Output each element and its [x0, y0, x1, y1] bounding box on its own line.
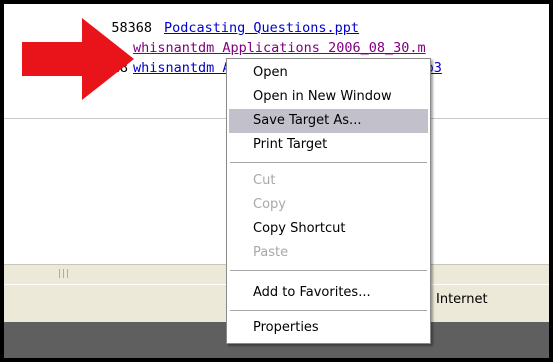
menu-item-cut: Cut: [253, 173, 276, 188]
menu-separator: [230, 310, 427, 311]
menu-item-print-target[interactable]: Print Target: [229, 133, 428, 157]
menu-item-save-target-as[interactable]: Save Target As...: [229, 109, 428, 133]
menu-item-paste: Paste: [253, 245, 289, 260]
menu-item-copy-shortcut[interactable]: Copy Shortcut: [229, 217, 428, 241]
menu-separator: [230, 270, 427, 271]
red-arrow-icon: [22, 18, 134, 100]
menu-item-open[interactable]: Open: [229, 61, 428, 85]
menu-item-copy: Copy: [253, 197, 286, 212]
menu-item-properties[interactable]: Properties: [229, 316, 428, 340]
menu-item-add-to-favorites[interactable]: Add to Favorites...: [229, 281, 428, 305]
context-menu: Open Open in New Window Save Target As..…: [226, 58, 431, 344]
security-zone-label: Internet: [436, 292, 488, 307]
menu-item-open-new-window[interactable]: Open in New Window: [229, 85, 428, 109]
menu-separator: [230, 162, 427, 163]
file-link-podcasting-questions[interactable]: Podcasting Questions.ppt: [164, 18, 359, 38]
scrollbar-grip-icon[interactable]: |||: [58, 269, 70, 279]
file-link-applications-mp3[interactable]: whisnantdm Applications 2006_08_30.m: [133, 38, 426, 58]
